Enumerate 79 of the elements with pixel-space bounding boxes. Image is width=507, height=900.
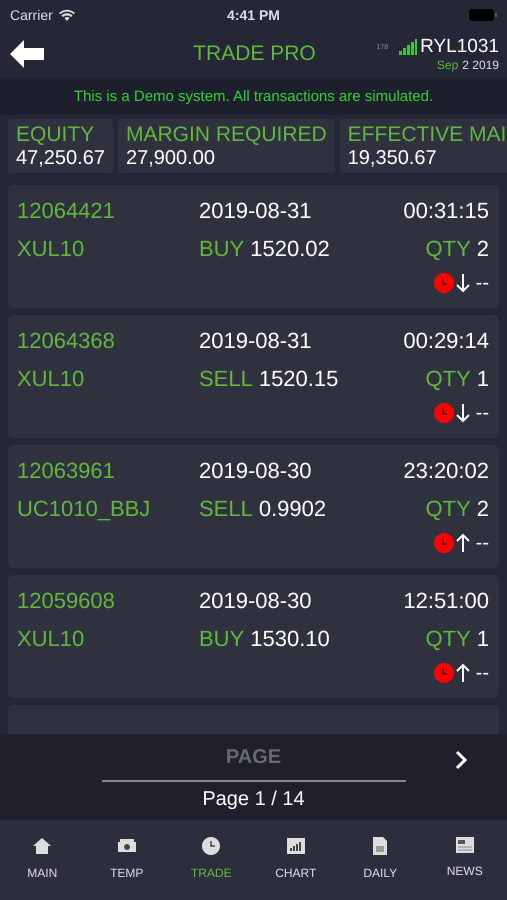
clock-icon [201,836,222,856]
battery-icon [468,9,497,21]
tab-item[interactable]: TRADE [169,836,254,886]
trade-date: 2019-08-31 [199,328,313,354]
trade-qty: 2 [476,496,489,522]
trade-qty: 1 [476,366,489,392]
next-page-button[interactable] [455,750,467,770]
trade-price: 1520.02 [250,236,330,262]
trade-side: SELL [199,366,253,392]
tab-item[interactable]: DAILY [338,836,422,886]
clock-icon [434,533,454,553]
carrier-label: Carrier [10,7,53,23]
demo-banner: This is a Demo system. All transactions are simulated. [0,78,507,115]
qty-label: QTY [426,366,471,392]
summary-label: EQUITY [16,123,96,147]
tab-item[interactable]: MAIN [0,836,84,886]
trade-id: 12064368 [17,328,116,354]
clock-icon [434,403,454,423]
qty-label: QTY [426,626,471,652]
trade-side: SELL [199,496,253,522]
summary-label: EFFECTIVE MAI [348,123,506,147]
signal-bars-icon [399,39,418,55]
down-arrow-icon [456,273,470,293]
date-text: 2 2019 [462,58,499,72]
qty-label: QTY [426,496,471,522]
trade-time: 00:29:14 [403,328,489,353]
trade-qty: 1 [476,626,489,652]
document-icon [372,836,388,856]
down-arrow-icon [456,403,470,423]
trade-card[interactable]: 12064421 2019-08-31 00:31:15 XUL10 BUY 1520.02 QTY 2 -- [8,185,499,308]
summary-label: MARGIN REQUIRED [126,123,327,147]
trade-price: 1530.10 [250,626,330,652]
price-change: -- [476,662,489,684]
trade-card[interactable]: 12059608 2019-08-30 12:51:00 XUL10 BUY 1530.10 QTY 1 -- [8,575,499,698]
home-icon [32,836,52,856]
trade-date: 2019-08-31 [199,198,313,224]
up-arrow-icon [456,663,470,683]
trade-card[interactable]: 12063961 2019-08-30 23:20:02 UC1010_BBJ SELL 0.9902 QTY 2 -- [8,445,499,568]
tab-item[interactable]: CHART [254,836,338,886]
summary-value: 27,900.00 [126,147,216,169]
trade-symbol: XUL10 [17,626,86,652]
trade-symbol: XUL10 [17,366,86,392]
clock-icon [434,663,454,683]
trade-id: 12064421 [17,198,116,224]
price-change: -- [476,402,489,424]
trade-card[interactable]: 12064368 2019-08-31 00:29:14 XUL10 SELL 1520.15 QTY 1 -- [8,315,499,438]
clock-time: 4:41 PM [227,7,280,23]
trade-id: 12063961 [17,458,116,484]
trade-price: 0.9902 [258,496,326,522]
up-arrow-icon [456,533,470,553]
clock-icon [434,273,454,293]
trade-date: 2019-08-30 [199,588,313,614]
page-indicator: Page 1 / 14 [202,788,305,811]
trade-symbol: UC1010_BBJ [17,496,152,522]
trade-date: 2019-08-30 [199,458,313,484]
trade-qty: 2 [476,236,489,262]
trade-side: BUY [199,236,244,262]
trade-price: 1520.15 [258,366,338,392]
wifi-icon [58,9,75,21]
trade-id: 12059608 [17,588,116,614]
summary-value: 47,250.67 [16,147,105,169]
account-id: RYL1031 [420,36,499,58]
back-button[interactable] [10,40,44,68]
app-title: TRADE PRO [193,42,316,66]
trade-time: 12:51:00 [403,588,489,613]
trade-time: 23:20:02 [403,458,489,483]
newspaper-icon [454,836,475,854]
trade-time: 00:31:15 [403,198,489,223]
price-change: -- [476,532,489,554]
price-change: -- [476,272,489,294]
trade-symbol: XUL10 [17,236,86,262]
summary-value: 19,350.67 [348,147,438,169]
tab-item[interactable]: TEMP [84,836,169,886]
page-label: PAGE [226,746,282,770]
tab-item[interactable]: NEWS [422,836,507,886]
trade-side: BUY [199,626,244,652]
date-month: Sep [436,58,458,72]
bar-chart-icon [286,836,306,856]
qty-label: QTY [426,236,471,262]
